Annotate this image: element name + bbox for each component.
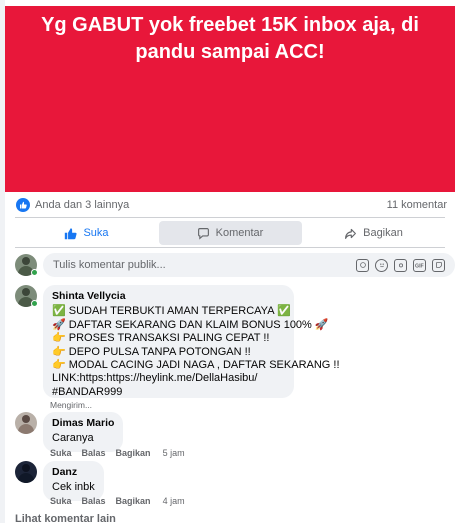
gif-icon[interactable]: GIF <box>413 258 426 272</box>
comment-reply-button[interactable]: Balas <box>82 448 106 458</box>
comment-author[interactable]: Shinta Vellycia <box>52 290 285 303</box>
share-button[interactable]: Bagikan <box>302 221 445 245</box>
comment-composer: Tulis komentar publik... GIF <box>15 253 455 277</box>
comment-author-avatar[interactable] <box>15 412 37 434</box>
comment-line: #BANDAR999 <box>52 385 123 398</box>
comment-bubble: Danz Cek inbk <box>43 461 104 501</box>
banner-text: Yg GABUT yok freebet 15K inbox aja, di p… <box>41 14 419 63</box>
comment-bubble-icon <box>197 227 210 240</box>
thumbs-up-icon <box>64 227 77 240</box>
comment-placeholder: Tulis komentar publik... <box>53 259 166 271</box>
camera-icon[interactable] <box>394 258 407 272</box>
comment-time[interactable]: 5 jam <box>163 448 185 458</box>
comment-text: Cek inbk <box>52 481 95 494</box>
composer-tools: GIF <box>356 258 445 272</box>
comment-share-button[interactable]: Bagikan <box>116 496 151 506</box>
comment-author-avatar[interactable] <box>15 461 37 483</box>
post-actions: Suka Komentar Bagikan <box>15 221 445 245</box>
like-button[interactable]: Suka <box>15 221 158 245</box>
comment-line: 👉 MODAL CACING JADI NAGA , DAFTAR SEKARA… <box>52 359 340 372</box>
comment-item: Shinta Vellycia ✅ SUDAH TERBUKTI AMAN TE… <box>15 285 340 398</box>
more-comments-link[interactable]: Lihat komentar lain <box>15 513 116 523</box>
comment-line: 🚀 DAFTAR SEKARANG DAN KLAIM BONUS 100% 🚀 <box>52 318 329 331</box>
sending-status: Mengirim... <box>50 400 93 410</box>
reactions-text: Anda dan 3 lainnya <box>35 199 130 211</box>
comment-like-button[interactable]: Suka <box>50 448 72 458</box>
comment-author[interactable]: Danz <box>52 466 95 479</box>
online-indicator <box>31 269 38 276</box>
comment-item: Dimas Mario Caranya <box>15 412 124 452</box>
emoji-sticker-icon[interactable] <box>356 258 369 272</box>
comment-meta: Suka Balas Bagikan 4 jam <box>50 496 185 506</box>
comment-line: LINK:https:https://heylink.me/DellaHasib… <box>52 372 258 385</box>
comment-like-button[interactable]: Suka <box>50 496 72 506</box>
comment-line: ✅ SUDAH TERBUKTI AMAN TERPERCAYA ✅ <box>52 305 291 318</box>
like-reaction-icon <box>16 198 30 212</box>
comment-input[interactable]: Tulis komentar publik... GIF <box>43 253 455 277</box>
comment-line: 👉 PROSES TRANSAKSI PALING CEPAT !! <box>52 332 270 345</box>
comment-text: Caranya <box>52 432 94 445</box>
divider <box>15 217 445 218</box>
smiley-icon[interactable] <box>375 258 388 272</box>
sticker-icon[interactable] <box>432 258 445 272</box>
online-indicator <box>31 300 38 307</box>
comment-label: Komentar <box>215 227 264 239</box>
post-banner[interactable]: Yg GABUT yok freebet 15K inbox aja, di p… <box>5 6 455 192</box>
share-arrow-icon <box>344 227 357 240</box>
reactions-summary[interactable]: Anda dan 3 lainnya <box>16 197 129 213</box>
comment-time[interactable]: 4 jam <box>163 496 185 506</box>
comment-button[interactable]: Komentar <box>158 221 302 245</box>
comment-count[interactable]: 11 komentar <box>387 199 447 211</box>
like-label: Suka <box>83 227 109 239</box>
post-card: Yg GABUT yok freebet 15K inbox aja, di p… <box>5 0 455 523</box>
comment-author[interactable]: Dimas Mario <box>52 417 114 430</box>
comment-bubble: Dimas Mario Caranya <box>43 412 124 452</box>
comment-item: Danz Cek inbk <box>15 461 104 501</box>
comment-reply-button[interactable]: Balas <box>82 496 106 506</box>
divider <box>15 247 445 248</box>
share-label: Bagikan <box>363 227 403 239</box>
comment-share-button[interactable]: Bagikan <box>116 448 151 458</box>
comment-meta: Suka Balas Bagikan 5 jam <box>50 448 185 458</box>
svg-text:GIF: GIF <box>415 263 424 268</box>
comment-line: 👉 DEPO PULSA TANPA POTONGAN !! <box>52 345 251 358</box>
comment-bubble: Shinta Vellycia ✅ SUDAH TERBUKTI AMAN TE… <box>43 285 340 398</box>
